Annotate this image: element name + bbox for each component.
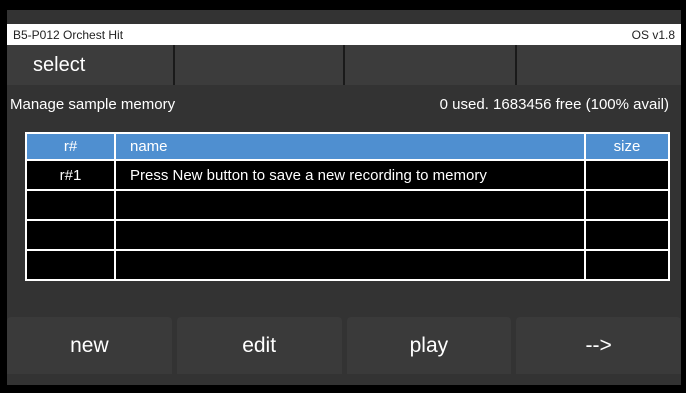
sample-table: r# name size r#1 Press New button to sav… — [25, 132, 670, 281]
new-button[interactable]: new — [7, 317, 172, 374]
cell-rnum — [25, 249, 116, 281]
table-row[interactable] — [25, 219, 670, 251]
header-size[interactable]: size — [584, 132, 670, 161]
cell-name — [114, 249, 586, 281]
edit-button[interactable]: edit — [176, 317, 342, 374]
cell-rnum: r#1 — [25, 159, 116, 191]
play-button[interactable]: play — [346, 317, 512, 374]
cell-name — [114, 189, 586, 221]
bottom-button-bar: new edit play --> — [7, 317, 681, 374]
cell-name — [114, 219, 586, 251]
header-rnum[interactable]: r# — [25, 132, 116, 161]
page-title: Manage sample memory — [10, 96, 176, 113]
cell-size — [584, 249, 670, 281]
cell-size — [584, 219, 670, 251]
preset-name: B5-P012 Orchest Hit — [13, 28, 124, 42]
table-row[interactable] — [25, 249, 670, 281]
info-line: Manage sample memory 0 used. 1683456 fre… — [7, 96, 681, 116]
table-header: r# name size — [25, 132, 670, 161]
top-button-2[interactable] — [175, 45, 345, 85]
cell-size — [584, 189, 670, 221]
os-version: OS v1.8 — [631, 28, 675, 42]
device-screen: B5-P012 Orchest Hit OS v1.8 select Manag… — [7, 10, 681, 385]
table-row[interactable] — [25, 189, 670, 221]
cell-rnum — [25, 219, 116, 251]
cell-rnum — [25, 189, 116, 221]
title-bar: B5-P012 Orchest Hit OS v1.8 — [7, 24, 681, 45]
memory-status: 0 used. 1683456 free (100% avail) — [439, 96, 669, 113]
select-button[interactable]: select — [7, 45, 175, 85]
top-button-3[interactable] — [345, 45, 517, 85]
cell-name: Press New button to save a new recording… — [114, 159, 586, 191]
table-row[interactable]: r#1 Press New button to save a new recor… — [25, 159, 670, 191]
header-name[interactable]: name — [114, 132, 586, 161]
cell-size — [584, 159, 670, 191]
top-button-4[interactable] — [517, 45, 681, 85]
top-button-bar: select — [7, 45, 681, 85]
next-page-button[interactable]: --> — [516, 317, 681, 374]
